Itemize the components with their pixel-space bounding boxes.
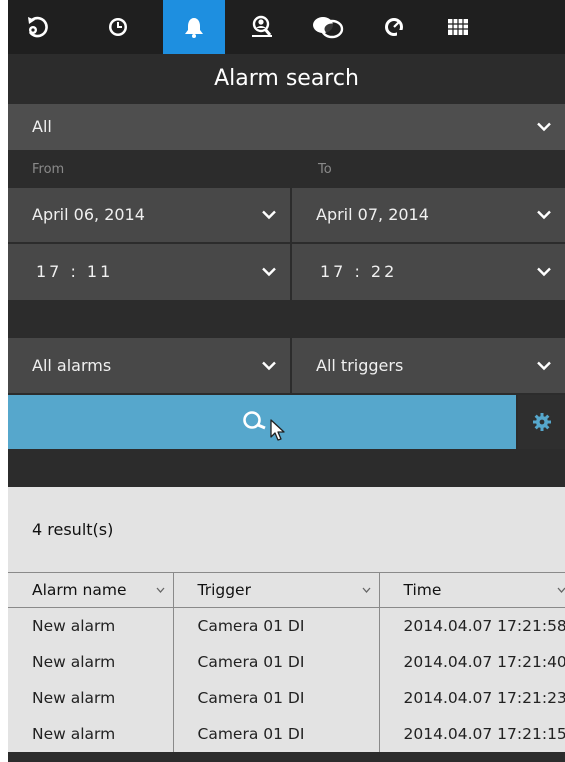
grid-icon[interactable] (428, 0, 488, 54)
trigger-cell: Camera 01 DI (197, 725, 305, 743)
alarm-search-panel: Alarm search All From To April 06, 2014 … (8, 0, 565, 762)
column-label: Time (403, 581, 442, 599)
triggers-value: All triggers (316, 355, 404, 375)
search-person-icon[interactable] (232, 0, 292, 54)
chevron-down-icon (262, 210, 276, 220)
to-label: To (318, 162, 332, 177)
column-header-alarm-name[interactable]: Alarm name (8, 572, 174, 608)
sort-chevron-icon (557, 587, 565, 593)
to-time-value: 17 : 22 (320, 262, 398, 281)
from-label: From (32, 162, 65, 177)
to-date-value: April 07, 2014 (316, 205, 429, 224)
from-time-value: 17 : 11 (36, 262, 114, 281)
table-row[interactable]: New alarm Camera 01 DI 2014.04.07 17:21:… (8, 607, 565, 644)
chevron-down-icon (262, 361, 276, 370)
time-cell: 2014.04.07 17:21:58 (403, 617, 565, 635)
settings-button[interactable] (518, 395, 565, 449)
alarms-value: All alarms (32, 355, 112, 375)
alarm-name-cell: New alarm (32, 689, 116, 707)
time-cell: 2014.04.07 17:21:40 (403, 653, 565, 671)
table-row[interactable]: New alarm Camera 01 DI 2014.04.07 17:21:… (8, 680, 565, 716)
triggers-select[interactable]: All triggers (292, 338, 565, 393)
column-label: Alarm name (32, 581, 127, 599)
table-header-row: Alarm name Trigger Time (8, 572, 565, 608)
chevron-down-icon (537, 267, 551, 277)
to-time-select[interactable]: 17 : 22 (292, 244, 565, 300)
results-panel: 4 result(s) Alarm name Trigger Time New … (8, 487, 565, 762)
chevron-down-icon (537, 210, 551, 220)
top-toolbar (8, 0, 565, 54)
column-header-trigger[interactable]: Trigger (173, 572, 380, 608)
sort-chevron-icon (156, 587, 164, 593)
to-date-select[interactable]: April 07, 2014 (292, 188, 565, 242)
trigger-cell: Camera 01 DI (197, 689, 305, 707)
bell-icon[interactable] (163, 0, 225, 54)
alarm-name-cell: New alarm (32, 653, 116, 671)
trigger-cell: Camera 01 DI (197, 617, 305, 635)
gear-icon (532, 413, 551, 431)
alarms-select[interactable]: All alarms (8, 338, 290, 393)
sort-chevron-icon (362, 587, 370, 593)
column-header-time[interactable]: Time (379, 572, 565, 608)
column-label: Trigger (197, 581, 251, 599)
time-cell: 2014.04.07 17:21:23 (403, 689, 565, 707)
results-count: 4 result(s) (32, 520, 114, 539)
table-row[interactable]: New alarm Camera 01 DI 2014.04.07 17:21:… (8, 644, 565, 680)
search-button[interactable] (8, 395, 516, 449)
table-row[interactable]: New alarm Camera 01 DI 2014.04.07 17:21:… (8, 716, 565, 752)
back-icon[interactable] (8, 0, 66, 54)
trigger-cell: Camera 01 DI (197, 653, 305, 671)
clock-icon[interactable] (90, 0, 146, 54)
chevron-down-icon (262, 267, 276, 277)
overlap-icon[interactable] (296, 0, 360, 54)
chevron-down-icon (537, 361, 551, 370)
bottom-edge (8, 752, 565, 762)
from-date-select[interactable]: April 06, 2014 (8, 188, 290, 242)
from-time-select[interactable]: 17 : 11 (8, 244, 290, 300)
chevron-down-icon (537, 122, 551, 132)
alarm-filter-value: All (32, 117, 52, 136)
alarm-name-cell: New alarm (32, 725, 116, 743)
alarm-name-cell: New alarm (32, 617, 116, 635)
alarm-filter-select[interactable]: All (8, 104, 565, 150)
search-icon (243, 411, 285, 441)
page-title: Alarm search (8, 54, 565, 104)
gauge-icon[interactable] (364, 0, 424, 54)
results-table: Alarm name Trigger Time New alarm Camera… (8, 572, 565, 752)
from-date-value: April 06, 2014 (32, 205, 145, 224)
time-cell: 2014.04.07 17:21:15 (403, 725, 565, 743)
